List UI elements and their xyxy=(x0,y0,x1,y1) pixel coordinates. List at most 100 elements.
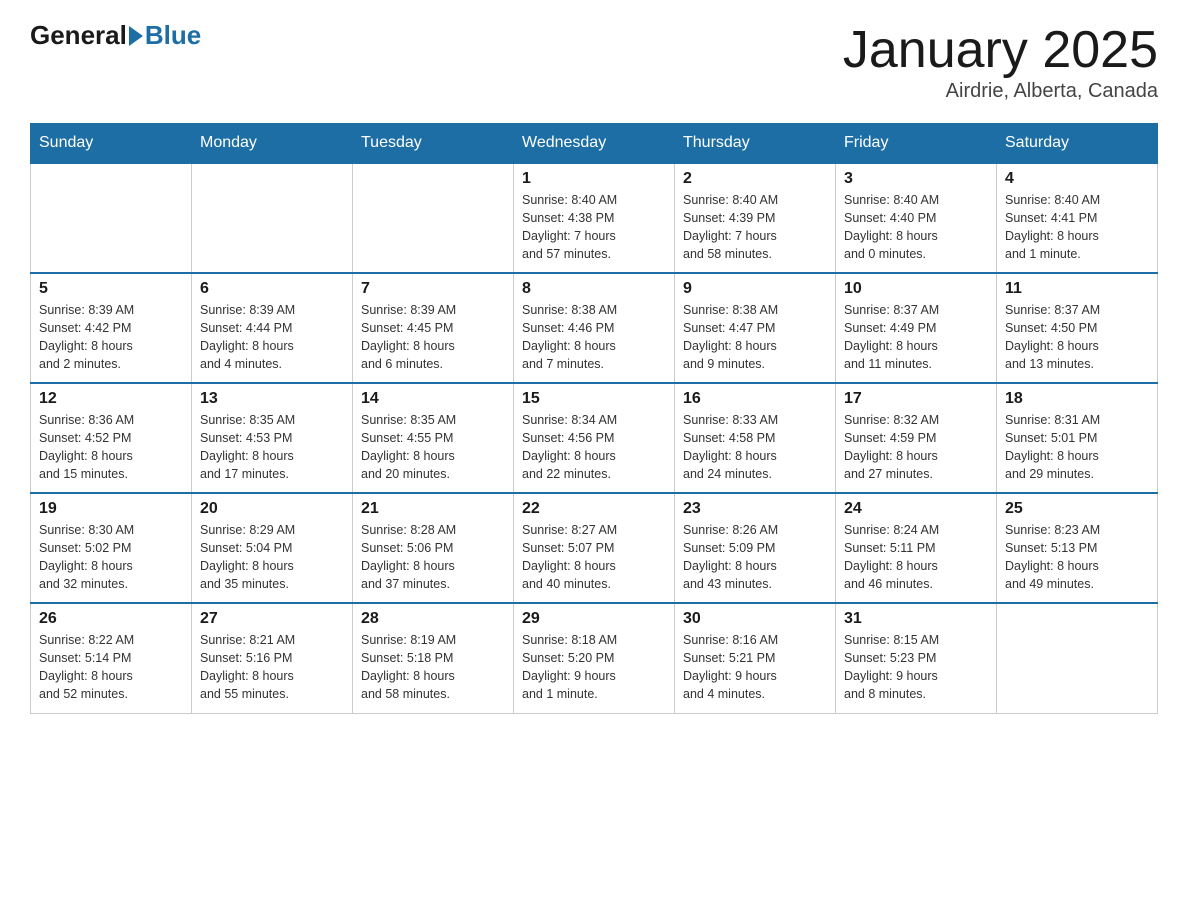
calendar-cell: 24 Sunrise: 8:24 AM Sunset: 5:11 PM Dayli… xyxy=(836,493,997,603)
day-number: 8 xyxy=(522,280,666,298)
calendar-cell xyxy=(997,603,1158,713)
calendar-cell: 17 Sunrise: 8:32 AM Sunset: 4:59 PM Dayli… xyxy=(836,383,997,493)
calendar-cell: 10 Sunrise: 8:37 AM Sunset: 4:49 PM Dayli… xyxy=(836,273,997,383)
day-info: Sunrise: 8:38 AM Sunset: 4:46 PM Dayligh… xyxy=(522,301,666,374)
calendar-cell: 14 Sunrise: 8:35 AM Sunset: 4:55 PM Dayli… xyxy=(353,383,514,493)
day-number: 21 xyxy=(361,500,505,518)
logo-arrow-icon xyxy=(129,26,143,46)
calendar-cell: 13Sunrise: 8:35 AM Sunset: 4:53 PM Dayli… xyxy=(192,383,353,493)
calendar-table: Sunday Monday Tuesday Wednesday Thursday… xyxy=(30,123,1158,714)
day-info: Sunrise: 8:38 AM Sunset: 4:47 PM Dayligh… xyxy=(683,301,827,374)
week-row-4: 19 Sunrise: 8:30 AM Sunset: 5:02 PM Dayli… xyxy=(31,493,1158,603)
week-row-5: 26 Sunrise: 8:22 AM Sunset: 5:14 PM Dayli… xyxy=(31,603,1158,713)
week-row-3: 12Sunrise: 8:36 AM Sunset: 4:52 PM Dayli… xyxy=(31,383,1158,493)
day-info: Sunrise: 8:40 AM Sunset: 4:41 PM Dayligh… xyxy=(1005,191,1149,264)
calendar-cell: 3Sunrise: 8:40 AM Sunset: 4:40 PM Daylig… xyxy=(836,163,997,273)
day-number: 7 xyxy=(361,280,505,298)
day-number: 30 xyxy=(683,610,827,628)
page-header: General Blue January 2025 Airdrie, Alber… xyxy=(30,20,1158,103)
calendar-cell: 22 Sunrise: 8:27 AM Sunset: 5:07 PM Dayli… xyxy=(514,493,675,603)
col-friday: Friday xyxy=(836,124,997,164)
day-info: Sunrise: 8:32 AM Sunset: 4:59 PM Dayligh… xyxy=(844,411,988,484)
week-row-2: 5Sunrise: 8:39 AM Sunset: 4:42 PM Daylig… xyxy=(31,273,1158,383)
day-number: 18 xyxy=(1005,390,1149,408)
day-number: 2 xyxy=(683,170,827,188)
calendar-cell: 21Sunrise: 8:28 AM Sunset: 5:06 PM Dayli… xyxy=(353,493,514,603)
logo-general-text: General xyxy=(30,20,127,51)
day-info: Sunrise: 8:15 AM Sunset: 5:23 PM Dayligh… xyxy=(844,631,988,704)
calendar-header-row: Sunday Monday Tuesday Wednesday Thursday… xyxy=(31,124,1158,164)
day-number: 1 xyxy=(522,170,666,188)
day-number: 14 xyxy=(361,390,505,408)
day-number: 4 xyxy=(1005,170,1149,188)
day-info: Sunrise: 8:23 AM Sunset: 5:13 PM Dayligh… xyxy=(1005,521,1149,594)
day-info: Sunrise: 8:27 AM Sunset: 5:07 PM Dayligh… xyxy=(522,521,666,594)
day-info: Sunrise: 8:34 AM Sunset: 4:56 PM Dayligh… xyxy=(522,411,666,484)
day-info: Sunrise: 8:31 AM Sunset: 5:01 PM Dayligh… xyxy=(1005,411,1149,484)
calendar-cell: 31Sunrise: 8:15 AM Sunset: 5:23 PM Dayli… xyxy=(836,603,997,713)
day-info: Sunrise: 8:22 AM Sunset: 5:14 PM Dayligh… xyxy=(39,631,183,704)
day-info: Sunrise: 8:30 AM Sunset: 5:02 PM Dayligh… xyxy=(39,521,183,594)
calendar-cell: 27Sunrise: 8:21 AM Sunset: 5:16 PM Dayli… xyxy=(192,603,353,713)
calendar-cell: 5Sunrise: 8:39 AM Sunset: 4:42 PM Daylig… xyxy=(31,273,192,383)
day-number: 26 xyxy=(39,610,183,628)
logo-blue-text: Blue xyxy=(145,20,201,51)
day-info: Sunrise: 8:39 AM Sunset: 4:44 PM Dayligh… xyxy=(200,301,344,374)
calendar-cell: 18 Sunrise: 8:31 AM Sunset: 5:01 PM Dayli… xyxy=(997,383,1158,493)
calendar-cell: 30 Sunrise: 8:16 AM Sunset: 5:21 PM Dayli… xyxy=(675,603,836,713)
day-number: 20 xyxy=(200,500,344,518)
col-saturday: Saturday xyxy=(997,124,1158,164)
location-title: Airdrie, Alberta, Canada xyxy=(843,80,1158,103)
day-number: 6 xyxy=(200,280,344,298)
day-info: Sunrise: 8:24 AM Sunset: 5:11 PM Dayligh… xyxy=(844,521,988,594)
calendar-cell: 11 Sunrise: 8:37 AM Sunset: 4:50 PM Dayli… xyxy=(997,273,1158,383)
calendar-cell xyxy=(31,163,192,273)
day-info: Sunrise: 8:39 AM Sunset: 4:45 PM Dayligh… xyxy=(361,301,505,374)
calendar-cell: 8 Sunrise: 8:38 AM Sunset: 4:46 PM Daylig… xyxy=(514,273,675,383)
day-info: Sunrise: 8:40 AM Sunset: 4:38 PM Dayligh… xyxy=(522,191,666,264)
day-number: 27 xyxy=(200,610,344,628)
day-number: 12 xyxy=(39,390,183,408)
calendar-cell: 6 Sunrise: 8:39 AM Sunset: 4:44 PM Daylig… xyxy=(192,273,353,383)
day-number: 29 xyxy=(522,610,666,628)
day-number: 22 xyxy=(522,500,666,518)
day-info: Sunrise: 8:40 AM Sunset: 4:40 PM Dayligh… xyxy=(844,191,988,264)
day-info: Sunrise: 8:37 AM Sunset: 4:49 PM Dayligh… xyxy=(844,301,988,374)
day-number: 11 xyxy=(1005,280,1149,298)
logo: General Blue xyxy=(30,20,201,51)
day-info: Sunrise: 8:35 AM Sunset: 4:55 PM Dayligh… xyxy=(361,411,505,484)
day-info: Sunrise: 8:18 AM Sunset: 5:20 PM Dayligh… xyxy=(522,631,666,704)
day-number: 24 xyxy=(844,500,988,518)
col-thursday: Thursday xyxy=(675,124,836,164)
calendar-cell: 12Sunrise: 8:36 AM Sunset: 4:52 PM Dayli… xyxy=(31,383,192,493)
calendar-cell: 7 Sunrise: 8:39 AM Sunset: 4:45 PM Daylig… xyxy=(353,273,514,383)
calendar-cell xyxy=(192,163,353,273)
day-info: Sunrise: 8:37 AM Sunset: 4:50 PM Dayligh… xyxy=(1005,301,1149,374)
day-number: 25 xyxy=(1005,500,1149,518)
calendar-cell: 4 Sunrise: 8:40 AM Sunset: 4:41 PM Daylig… xyxy=(997,163,1158,273)
day-number: 16 xyxy=(683,390,827,408)
day-number: 17 xyxy=(844,390,988,408)
calendar-cell: 1 Sunrise: 8:40 AM Sunset: 4:38 PM Daylig… xyxy=(514,163,675,273)
week-row-1: 1 Sunrise: 8:40 AM Sunset: 4:38 PM Daylig… xyxy=(31,163,1158,273)
calendar-cell: 2 Sunrise: 8:40 AM Sunset: 4:39 PM Daylig… xyxy=(675,163,836,273)
day-info: Sunrise: 8:26 AM Sunset: 5:09 PM Dayligh… xyxy=(683,521,827,594)
calendar-cell: 16 Sunrise: 8:33 AM Sunset: 4:58 PM Dayli… xyxy=(675,383,836,493)
day-info: Sunrise: 8:16 AM Sunset: 5:21 PM Dayligh… xyxy=(683,631,827,704)
day-number: 13 xyxy=(200,390,344,408)
col-wednesday: Wednesday xyxy=(514,124,675,164)
day-number: 19 xyxy=(39,500,183,518)
col-tuesday: Tuesday xyxy=(353,124,514,164)
day-info: Sunrise: 8:19 AM Sunset: 5:18 PM Dayligh… xyxy=(361,631,505,704)
col-monday: Monday xyxy=(192,124,353,164)
calendar-cell: 29 Sunrise: 8:18 AM Sunset: 5:20 PM Dayli… xyxy=(514,603,675,713)
month-title: January 2025 xyxy=(843,20,1158,80)
day-info: Sunrise: 8:33 AM Sunset: 4:58 PM Dayligh… xyxy=(683,411,827,484)
day-number: 10 xyxy=(844,280,988,298)
day-number: 5 xyxy=(39,280,183,298)
calendar-cell xyxy=(353,163,514,273)
day-info: Sunrise: 8:40 AM Sunset: 4:39 PM Dayligh… xyxy=(683,191,827,264)
day-number: 9 xyxy=(683,280,827,298)
calendar-cell: 25 Sunrise: 8:23 AM Sunset: 5:13 PM Dayli… xyxy=(997,493,1158,603)
calendar-cell: 23Sunrise: 8:26 AM Sunset: 5:09 PM Dayli… xyxy=(675,493,836,603)
